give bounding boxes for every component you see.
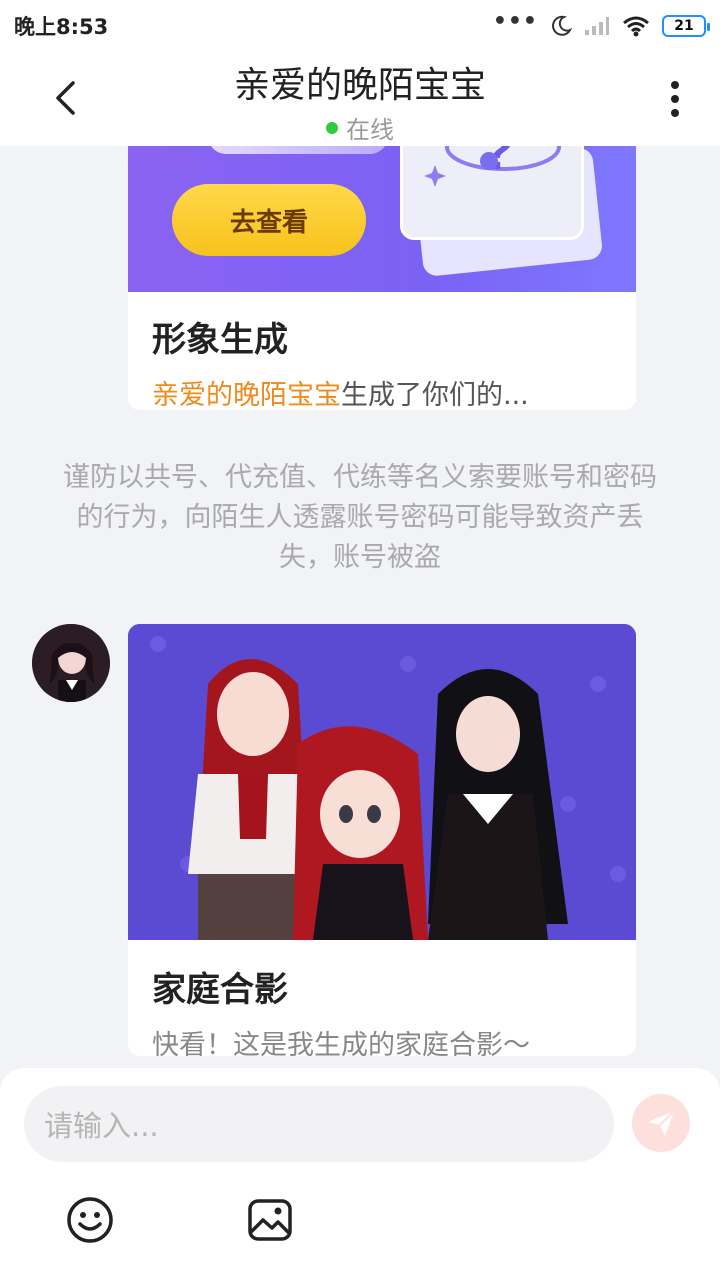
contact-name-highlight: 亲爱的晚陌宝宝 (152, 380, 341, 410)
family-photo-card[interactable]: 家庭合影 快看！这是我生成的家庭合影～ (128, 624, 636, 1056)
status-time: 晚上8:53 (14, 15, 109, 39)
family-photo-illustration (128, 624, 636, 940)
battery-indicator: 21 (662, 15, 710, 37)
emoji-icon (67, 1197, 113, 1243)
image-icon (248, 1199, 292, 1241)
status-bar: 晚上8:53 ••• 21 (0, 0, 720, 52)
message-list[interactable]: 去查看 ? 形象生成 亲爱的晚陌宝宝生成了你们的... 谨防以共号、代充值、代练… (0, 146, 720, 1068)
chat-header: 亲爱的晚陌宝宝 在线 (0, 52, 720, 146)
battery-level: 21 (674, 18, 694, 34)
notification-dots: ••• (492, 9, 538, 34)
card-body: 家庭合影 快看！这是我生成的家庭合影～ (128, 940, 636, 1056)
image-button[interactable] (246, 1196, 294, 1244)
decor-card: ? (400, 146, 584, 240)
send-icon (648, 1110, 675, 1136)
message-input[interactable]: 请输入... (24, 1086, 614, 1162)
avatar-image (32, 624, 110, 702)
card-description: 快看！这是我生成的家庭合影～ (152, 1030, 530, 1056)
moon-icon (552, 15, 572, 36)
card-description: 亲爱的晚陌宝宝生成了你们的... (152, 373, 612, 410)
card-description-rest: 生成了你们的... (341, 380, 529, 410)
banner-heading-fragment (208, 146, 388, 154)
view-button[interactable]: 去查看 (172, 184, 366, 256)
send-button[interactable] (632, 1094, 690, 1152)
more-vertical-icon (671, 81, 679, 117)
card-title: 形象生成 (152, 320, 288, 360)
card-body: 形象生成 亲爱的晚陌宝宝生成了你们的... (128, 292, 636, 410)
chat-screen: 晚上8:53 ••• 21 亲爱的晚陌宝宝 在线 去查看 形象生成 亲爱的晚陌宝… (0, 0, 720, 1280)
online-status: 在线 (0, 110, 720, 145)
signal-icon (585, 17, 609, 35)
contact-name: 亲爱的晚陌宝宝 (233, 65, 486, 106)
safety-notice: 谨防以共号、代充值、代练等名义索要账号和密码的行为，向陌生人透露账号密码可能导致… (63, 462, 657, 573)
online-status-label: 在线 (346, 116, 394, 144)
online-dot-icon (326, 121, 338, 134)
card-title: 家庭合影 (152, 970, 288, 1010)
avatar-generation-card[interactable]: 去查看 ? 形象生成 亲爱的晚陌宝宝生成了你们的... (128, 146, 636, 410)
wifi-icon (623, 16, 649, 37)
card-banner: 去查看 ? (128, 146, 636, 292)
status-icons: ••• 21 (493, 11, 710, 37)
emoji-button[interactable] (66, 1196, 114, 1244)
more-options-button[interactable] (660, 74, 690, 124)
avatar[interactable] (32, 624, 110, 702)
family-photo-image (128, 624, 636, 940)
question-planet-icon: ? (424, 146, 561, 187)
input-bar: 请输入... (0, 1068, 720, 1280)
